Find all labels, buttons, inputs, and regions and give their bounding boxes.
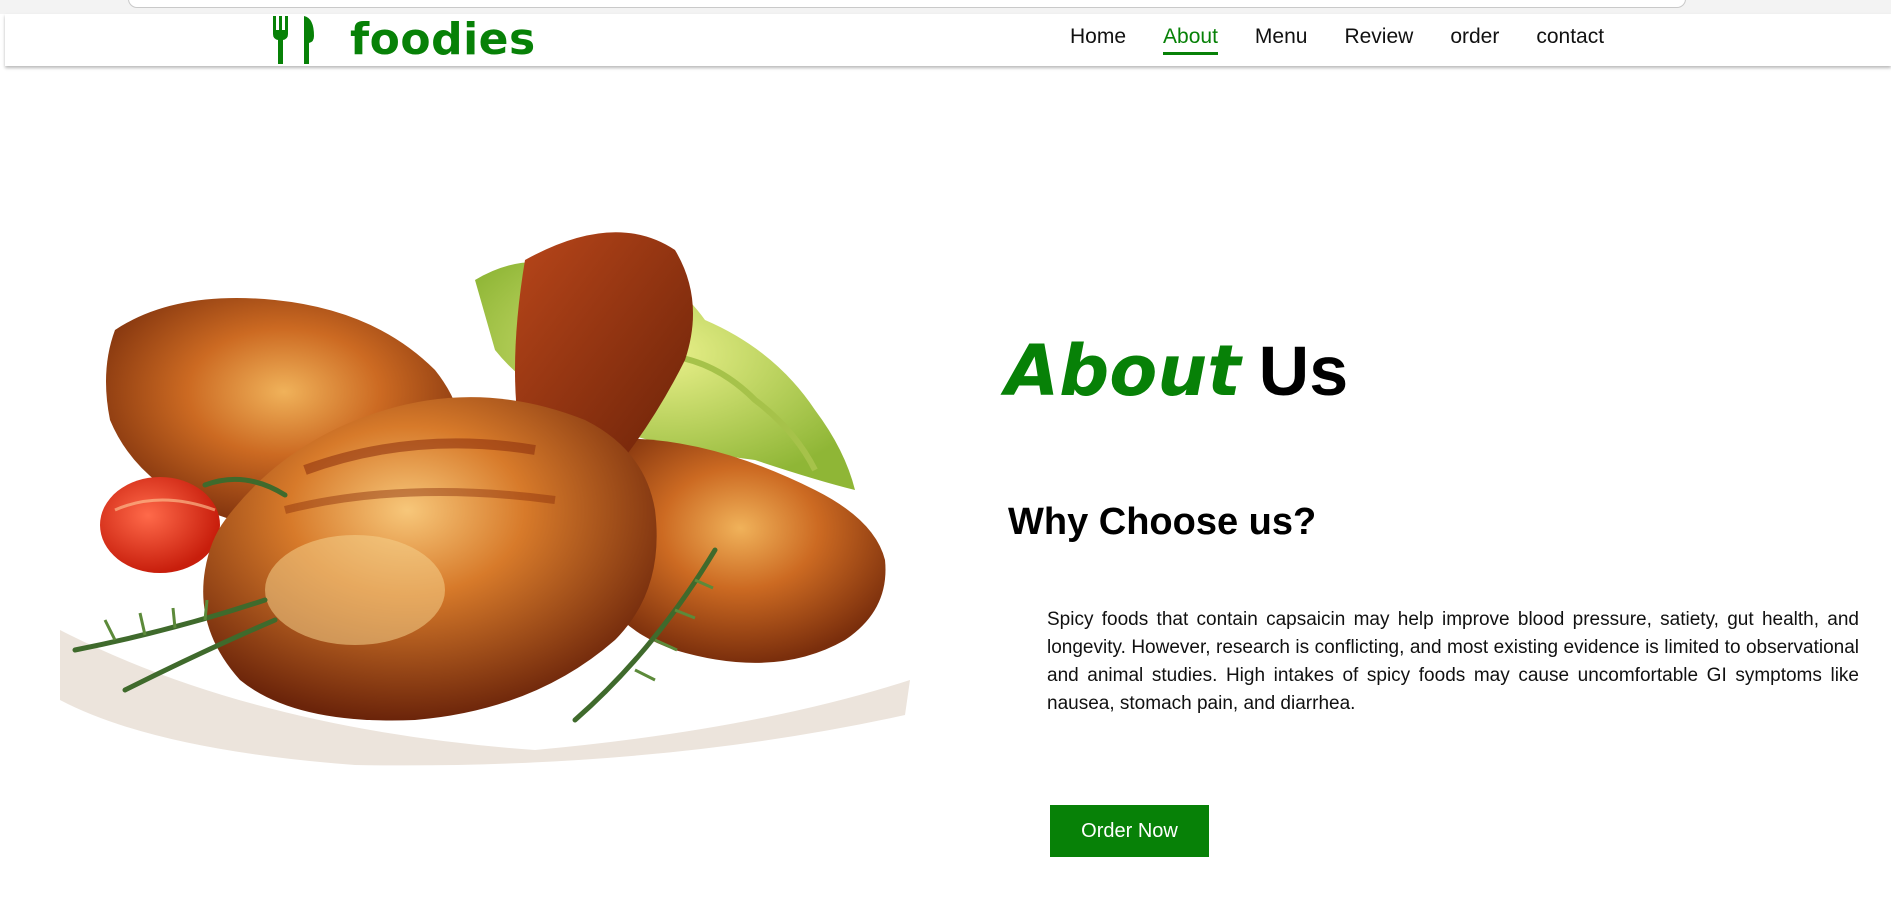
about-paragraph: Spicy foods that contain capsaicin may h… (1047, 609, 1859, 714)
brand-name: foodies (350, 13, 536, 65)
fork-spoon-icon (273, 16, 314, 64)
nav-order[interactable]: order (1450, 25, 1499, 55)
nav-contact[interactable]: contact (1536, 25, 1604, 55)
about-title: About Us (1005, 336, 1348, 406)
nav-about[interactable]: About (1163, 25, 1218, 55)
order-now-button[interactable]: Order Now (1050, 805, 1209, 857)
page: foodies Home About Menu Review order con… (5, 14, 1891, 897)
logo[interactable]: foodies (270, 14, 536, 66)
about-title-highlight: About (1005, 330, 1241, 412)
browser-top-strip (0, 0, 1891, 14)
about-title-rest: Us (1258, 332, 1349, 410)
why-choose-heading: Why Choose us? (1008, 501, 1317, 543)
chicken-drumsticks-image (60, 232, 910, 766)
address-bar-edge (128, 0, 1686, 8)
navbar: foodies Home About Menu Review order con… (5, 14, 1891, 66)
nav-menu: Home About Menu Review order contact (1070, 25, 1604, 55)
nav-menu-link[interactable]: Menu (1255, 25, 1308, 55)
nav-review[interactable]: Review (1344, 25, 1413, 55)
nav-home[interactable]: Home (1070, 25, 1126, 55)
